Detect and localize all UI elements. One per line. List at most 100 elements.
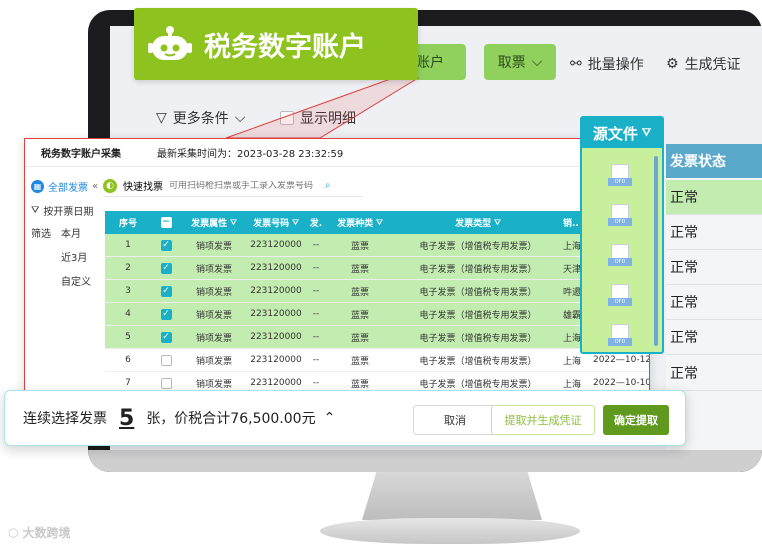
cell-kind: 蓝票	[350, 333, 369, 344]
table-header: 序号 − 发票属性 ⛛ 发票号码 ⛛ 发. 发票种类 ⛛ 发票类型 ⛛ 销..	[105, 211, 649, 234]
cell-checkbox[interactable]	[151, 377, 181, 389]
ofd-file-icon[interactable]: OFD	[608, 244, 634, 270]
ofd-file-icon[interactable]: OFD	[608, 204, 634, 230]
cell-kind: 蓝票	[350, 356, 369, 367]
checkbox[interactable]: ✓	[160, 262, 172, 274]
table-row[interactable]: 4 ✓ 销项发票 223120000 -- 蓝票 电子发票（增值税专用发票） 雄霸	[105, 303, 649, 326]
cell-number: 223120000	[250, 240, 302, 250]
file-type-label: OFD	[608, 178, 632, 186]
ofd-file-icon[interactable]: OFD	[608, 324, 634, 350]
filter-icon[interactable]: ⛛	[292, 218, 299, 228]
cell-short: --	[312, 309, 320, 319]
file-type-label: OFD	[608, 298, 632, 306]
sidebar-item-date[interactable]: ⛛ 按开票日期	[31, 203, 93, 218]
cell-checkbox[interactable]: ✓	[151, 308, 181, 320]
chevron-up-icon[interactable]: ⌃	[324, 410, 336, 426]
cell-short: --	[312, 286, 320, 296]
file-type-label: OFD	[608, 218, 632, 226]
cell-checkbox[interactable]: ✓	[151, 239, 181, 251]
col-select-all[interactable]: −	[151, 217, 181, 228]
table-body: 1 ✓ 销项发票 223120000 -- 蓝票 电子发票（增值税专用发票） 上海 2 ✓ 销项发票…	[105, 234, 650, 395]
cell-checkbox[interactable]: ✓	[151, 331, 181, 343]
selection-summary: 连续选择发票 5 张，价税合计76,500.00元 ⌃	[23, 405, 336, 431]
ofd-file-icon[interactable]: OFD	[608, 284, 634, 310]
cell-attr: 销项发票	[195, 241, 232, 252]
bg-status-header: 发票状态	[666, 144, 762, 178]
bg-show-detail[interactable]: 显示明细	[280, 108, 356, 128]
checkbox[interactable]	[160, 377, 172, 389]
cell-attr: 销项发票	[195, 379, 232, 390]
bg-status-cell: 正常	[666, 215, 762, 250]
sidebar-option[interactable]: 近3月	[61, 249, 87, 264]
cell-attr: 销项发票	[195, 333, 232, 344]
cell-attr: 销项发票	[195, 264, 232, 275]
cell-number: 223120000	[250, 332, 302, 342]
cell-no: 2	[125, 263, 131, 273]
checkbox[interactable]: ✓	[160, 331, 172, 343]
cell-type: 电子发票（增值税专用发票）	[419, 287, 537, 298]
selection-count: 5	[119, 405, 135, 431]
checkbox[interactable]: ✓	[160, 239, 172, 251]
checkbox[interactable]: ✓	[160, 308, 172, 320]
table-row[interactable]: 5 ✓ 销项发票 223120000 -- 蓝票 电子发票（增值税专用发票） 上海	[105, 326, 649, 349]
invoice-table: 序号 − 发票属性 ⛛ 发票号码 ⛛ 发. 发票种类 ⛛ 发票类型 ⛛ 销.. 1 ✓ 销项…	[105, 211, 650, 395]
col-attr[interactable]: 发票属性 ⛛	[181, 216, 247, 230]
extract-generate-button[interactable]: 提取并生成凭证	[491, 405, 595, 435]
cell-kind: 蓝票	[350, 310, 369, 321]
checkbox[interactable]: −	[160, 217, 172, 228]
bg-more-conditions[interactable]: ▽ 更多条件 ⌵	[156, 108, 245, 128]
collapse-icon[interactable]: «	[92, 181, 98, 192]
cell-type: 电子发票（增值税专用发票）	[419, 310, 537, 321]
table-row[interactable]: 6 销项发票 223120000 -- 蓝票 电子发票（增值税专用发票） 上海 2022—10…	[105, 349, 649, 372]
bg-status-cell: 正常	[666, 250, 762, 285]
bg-gen-voucher[interactable]: ⚙ 生成凭证	[666, 54, 741, 74]
cell-checkbox[interactable]: ✓	[151, 262, 181, 274]
cell-number: 223120000	[250, 378, 302, 388]
table-row[interactable]: 3 ✓ 销项发票 223120000 -- 蓝票 电子发票（增值税专用发票） 吽逿	[105, 280, 649, 303]
robot-icon	[148, 24, 192, 64]
ofd-file-icon[interactable]: OFD	[608, 164, 634, 190]
checkbox[interactable]	[160, 354, 172, 366]
table-row[interactable]: 2 ✓ 销项发票 223120000 -- 蓝票 电子发票（增值税专用发票） 天津	[105, 257, 649, 280]
bg-fetch-button[interactable]: 取票 ⌵	[484, 44, 556, 80]
col-number[interactable]: 发票号码 ⛛	[247, 216, 305, 230]
cell-date: 2022—10-10	[592, 378, 650, 388]
cell-no: 1	[125, 240, 131, 250]
confirm-extract-button[interactable]: 确定提取	[603, 405, 669, 435]
sidebar: ▦ 全部发票 « ⛛ 按开票日期 筛选 本月 近3月 自定义	[25, 169, 98, 407]
cell-short: --	[312, 378, 320, 388]
filter-icon[interactable]: ⛛	[494, 218, 501, 228]
checkbox[interactable]	[280, 111, 294, 125]
filter-icon[interactable]: ⛛	[642, 126, 651, 140]
table-row[interactable]: 1 ✓ 销项发票 223120000 -- 蓝票 电子发票（增值税专用发票） 上海	[105, 234, 649, 257]
sidebar-option[interactable]: 自定义	[61, 273, 91, 288]
sidebar-option[interactable]: 本月	[61, 225, 81, 240]
settings-icon: ⚙	[666, 56, 679, 72]
cell-no: 7	[125, 378, 131, 388]
collection-panel: 税务数字账户采集 最新采集时间为：2023-03-28 23:32:59 ▦ 全…	[24, 138, 650, 408]
cell-checkbox[interactable]	[151, 354, 181, 366]
cell-type: 电子发票（增值税专用发票）	[419, 241, 537, 252]
cell-type: 电子发票（增值税专用发票）	[419, 356, 537, 367]
search-input[interactable]	[169, 180, 319, 191]
chevron-down-icon: ⌵	[531, 54, 543, 70]
scrollbar[interactable]	[654, 156, 658, 346]
filter-icon[interactable]: ⛛	[376, 218, 383, 228]
search-icon[interactable]: ⌕	[325, 180, 331, 191]
cell-number: 223120000	[250, 286, 302, 296]
checkbox[interactable]: ✓	[160, 285, 172, 297]
last-collect: 最新采集时间为：2023-03-28 23:32:59	[157, 149, 344, 160]
bg-status-cell: 正常	[666, 356, 762, 391]
sidebar-item-all[interactable]: ▦ 全部发票 «	[31, 179, 98, 194]
col-type[interactable]: 发票类型 ⛛	[393, 216, 563, 230]
cell-type: 电子发票（增值税专用发票）	[419, 379, 537, 390]
cell-checkbox[interactable]: ✓	[151, 285, 181, 297]
col-kind[interactable]: 发票种类 ⛛	[327, 216, 393, 230]
filter-icon[interactable]: ⛛	[230, 218, 237, 228]
chevron-down-icon: ⌵	[234, 110, 246, 126]
bg-batch-ops[interactable]: ⚯ 批量操作	[570, 54, 644, 74]
panel-title: 税务数字账户采集	[41, 149, 121, 160]
cell-type: 电子发票（增值税专用发票）	[419, 264, 537, 275]
cancel-button[interactable]: 取消	[413, 405, 497, 435]
cell-kind: 蓝票	[350, 287, 369, 298]
